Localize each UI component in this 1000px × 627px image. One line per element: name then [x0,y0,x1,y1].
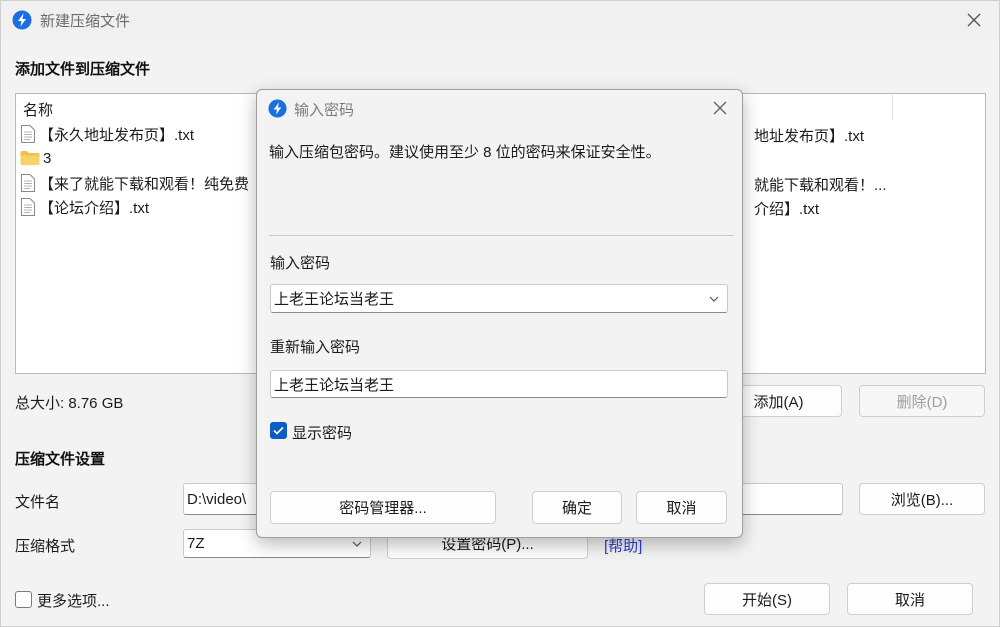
filename-label: 文件名 [15,494,61,511]
chevron-down-icon [352,541,362,547]
password-label: 输入密码 [270,255,331,272]
app-logo-icon [268,99,287,118]
filename-value: D:\video\ [187,490,247,508]
reenter-password-value: 上老王论坛当老王 [274,376,395,394]
list-item[interactable]: 【来了就能下载和观看！纯免费 [20,171,256,195]
file-detail: 介绍】.txt [754,201,820,218]
reenter-password-label: 重新输入密码 [270,339,361,356]
file-name: 【永久地址发布页】.txt [39,126,195,144]
password-value: 上老王论坛当老王 [274,291,395,308]
delete-button[interactable]: 删除(D) [859,385,985,417]
checkmark-icon [273,426,284,435]
more-options-label[interactable]: 更多选项... [37,590,110,611]
file-name: 【论坛介绍】.txt [39,199,150,217]
text-file-icon [21,198,35,216]
text-file-icon [21,174,35,192]
file-name: 3 [43,149,52,167]
divider [269,235,734,236]
start-button[interactable]: 开始(S) [704,583,830,615]
file-name: 【来了就能下载和观看！纯免费 [39,175,250,193]
archive-settings-title: 压缩文件设置 [15,451,106,468]
files-section-title: 添加文件到压缩文件 [15,61,151,78]
app-logo-icon [12,10,32,30]
list-item[interactable]: 【永久地址发布页】.txt [20,122,256,146]
column-divider [892,94,893,120]
password-dialog: 输入密码 输入压缩包密码。建议使用至少 8 位的密码来保证安全性。 输入密码 上… [256,89,743,538]
format-label: 压缩格式 [15,538,76,555]
close-icon[interactable] [961,7,987,33]
text-file-icon [21,125,35,143]
list-item[interactable]: 【论坛介绍】.txt [20,195,256,219]
help-link[interactable]: [帮助] [604,535,642,556]
more-options-checkbox[interactable] [15,591,32,608]
title-bar: 新建压缩文件 [1,1,999,39]
dialog-cancel-button[interactable]: 取消 [636,491,727,524]
close-icon[interactable] [708,96,732,120]
password-input[interactable]: 上老王论坛当老王 [270,284,728,313]
folder-icon [20,151,40,165]
file-detail: 就能下载和观看！... [754,177,887,194]
dialog-description: 输入压缩包密码。建议使用至少 8 位的密码来保证安全性。 [269,144,661,161]
total-size: 总大小: 8.76 GB [15,395,124,412]
password-manager-button[interactable]: 密码管理器... [270,491,496,524]
column-header-name[interactable]: 名称 [23,99,53,120]
reenter-password-input[interactable]: 上老王论坛当老王 [270,370,728,398]
show-password-checkbox[interactable] [270,422,287,439]
browse-button[interactable]: 浏览(B)... [859,483,985,515]
format-value: 7Z [187,535,205,552]
window-title: 新建压缩文件 [40,13,131,30]
show-password-label[interactable]: 显示密码 [292,422,352,443]
cancel-button[interactable]: 取消 [847,583,973,615]
file-detail: 地址发布页】.txt [754,128,865,145]
ok-button[interactable]: 确定 [532,491,622,524]
chevron-down-icon[interactable] [709,295,719,303]
list-item[interactable]: 3 [20,146,256,170]
dialog-title: 输入密码 [294,102,355,119]
